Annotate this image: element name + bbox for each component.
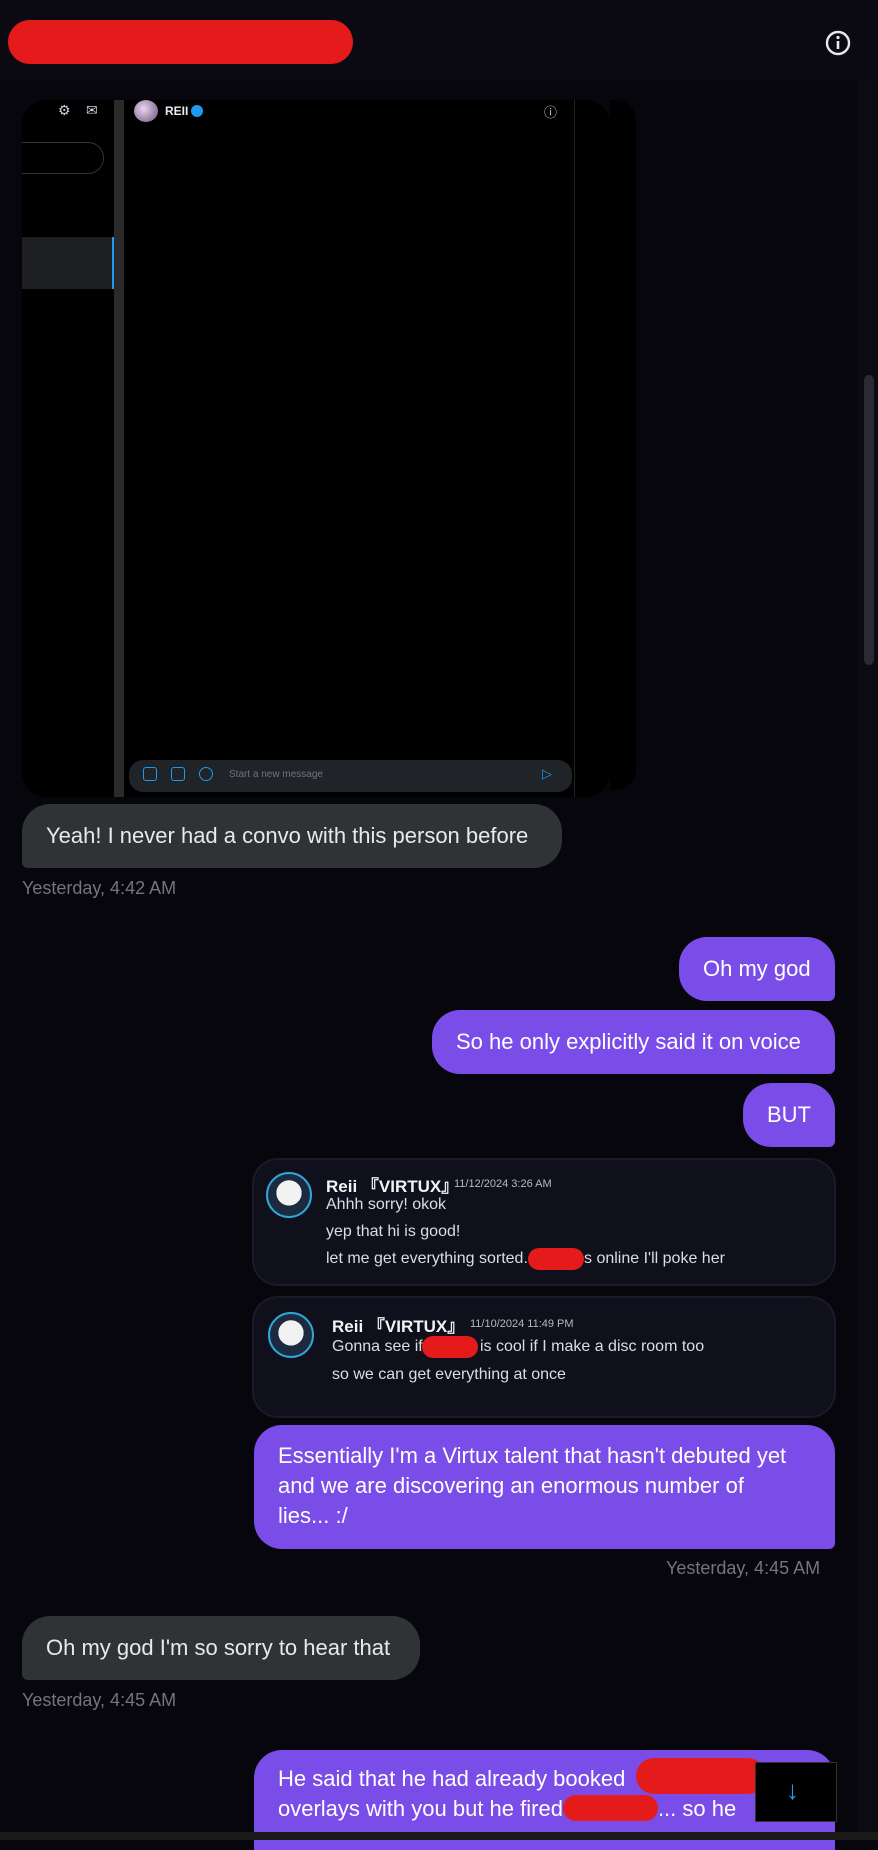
attached-screenshot[interactable]: ⚙ ✉ REII ⓘ Start a new message ▷ (22, 100, 610, 797)
quote-line: is cool if I make a disc room too (480, 1338, 705, 1355)
gif-icon (171, 767, 185, 781)
message-timestamp: Yesterday, 4:45 AM (666, 1558, 821, 1578)
discord-quote-card[interactable]: Reii 『VIRTUX』 11/12/2024 3:26 AM Ahhh so… (254, 1160, 834, 1284)
message-line: and we are discovering an enormous numbe… (278, 1473, 744, 1498)
quote-line: Ahhh sorry! okok (326, 1196, 447, 1213)
screenshot-avatar (134, 100, 158, 122)
discord-quote-card[interactable]: Reii 『VIRTUX』 11/10/2024 11:49 PM Gonna … (254, 1298, 834, 1416)
message-bubble-incoming[interactable]: Oh my god I'm so sorry to hear that (22, 1616, 420, 1680)
message-bubble-outgoing[interactable]: Oh my god (679, 937, 835, 1001)
message-text: So he only explicitly said it on voice (456, 1029, 801, 1054)
window-bottom-edge (0, 1832, 878, 1840)
gear-icon: ⚙ (58, 102, 71, 118)
quote-line: yep that hi is good! (326, 1223, 461, 1240)
quote-username: Reii 『VIRTUX』 (332, 1317, 465, 1336)
screenshot-selected-conversation (22, 237, 114, 289)
screenshot-input-placeholder: Start a new message (229, 769, 323, 780)
message-line: Essentially I'm a Virtux talent that has… (278, 1443, 787, 1468)
message-line: overlays with you but he fired... so he (278, 1795, 737, 1821)
emoji-icon (199, 767, 213, 781)
redacted-name (562, 1795, 658, 1821)
message-text: Oh my god (703, 956, 811, 981)
screenshot-divider (114, 100, 124, 797)
info-icon[interactable] (824, 29, 852, 57)
redacted-name (636, 1758, 766, 1794)
quote-date: 11/10/2024 11:49 PM (470, 1318, 574, 1330)
redacted-name (8, 20, 353, 64)
screenshot-sidebar (22, 100, 114, 797)
avatar (268, 1312, 314, 1358)
screenshot-message-input: Start a new message ▷ (129, 760, 572, 792)
redacted-name (528, 1248, 584, 1270)
compose-message-icon: ✉ (86, 102, 98, 118)
send-icon: ▷ (542, 766, 552, 781)
screenshot-search-field (22, 142, 104, 174)
image-icon (143, 767, 157, 781)
quote-line: let me get everything sorted. (326, 1250, 528, 1267)
message-bubble-incoming[interactable]: Yeah! I never had a convo with this pers… (22, 804, 562, 868)
quote-date: 11/12/2024 3:26 AM (454, 1178, 552, 1190)
message-bubble-outgoing[interactable]: BUT (743, 1083, 835, 1147)
screenshot-redaction (610, 100, 636, 790)
message-text: Oh my god I'm so sorry to hear that (46, 1635, 391, 1660)
message-text: BUT (767, 1102, 811, 1127)
message-text: Yeah! I never had a convo with this pers… (46, 823, 529, 848)
arrow-down-icon: ↓ (786, 1775, 799, 1805)
screenshot-contact-name: REII (165, 104, 204, 118)
message-timestamp: Yesterday, 4:45 AM (22, 1690, 177, 1710)
quote-line: s online I'll poke her (584, 1250, 725, 1267)
message-bubble-outgoing[interactable]: So he only explicitly said it on voice (432, 1010, 835, 1074)
message-bubble-outgoing[interactable]: Essentially I'm a Virtux talent that has… (254, 1425, 835, 1549)
scroll-to-bottom-button[interactable]: ↓ (755, 1762, 837, 1822)
scrollbar-thumb[interactable] (864, 375, 874, 665)
verified-badge-icon (191, 105, 204, 117)
scrollbar-track[interactable] (858, 80, 878, 1840)
quote-username: Reii 『VIRTUX』 (326, 1177, 459, 1196)
quote-line: Gonna see if (332, 1338, 423, 1355)
avatar (266, 1172, 312, 1218)
screenshot-border (574, 100, 575, 797)
message-timestamp: Yesterday, 4:42 AM (22, 878, 177, 898)
quote-line: so we can get everything at once (332, 1366, 566, 1383)
info-icon: ⓘ (544, 105, 558, 120)
message-line: lies... :/ (278, 1503, 348, 1528)
redacted-name (422, 1336, 478, 1358)
